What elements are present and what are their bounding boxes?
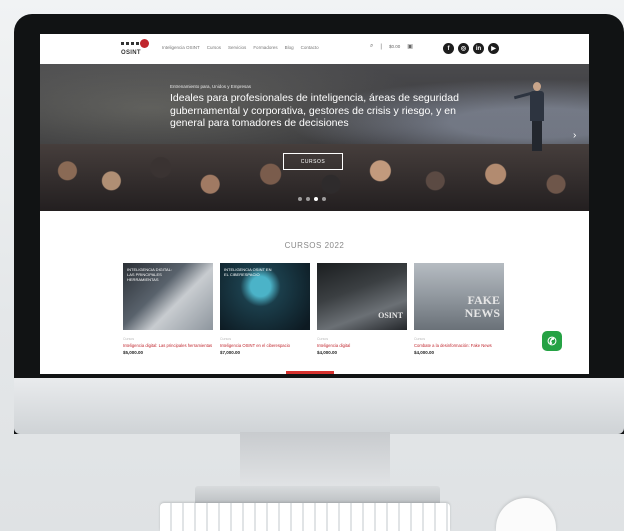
menu-item-osint[interactable]: Inteligencia OSINT: [162, 45, 200, 50]
logo-mark: [121, 42, 139, 45]
whatsapp-icon[interactable]: ✆: [542, 331, 562, 351]
cart-icon[interactable]: ▣: [407, 43, 413, 50]
menu-item-formadores[interactable]: Formadores: [253, 45, 277, 50]
slider-dot[interactable]: [314, 197, 318, 201]
scroll-indicator: [286, 371, 334, 374]
course-price: $4,000.00: [317, 350, 338, 355]
course-card[interactable]: INTELIGENCIA OSINT EN EL CIBERESPACIO Cu…: [220, 263, 310, 355]
course-name[interactable]: Inteligencia digital: [317, 343, 407, 348]
speaker-body: [530, 91, 544, 121]
course-thumbnail[interactable]: INTELIGENCIA OSINT EN EL CIBERESPACIO: [220, 263, 310, 330]
course-grid: INTELIGENCIA DIGITAL: LAS PRINCIPALES HE…: [123, 263, 504, 355]
menu-item-contacto[interactable]: Contacto: [301, 45, 319, 50]
monitor-chin: [14, 378, 624, 434]
site-logo[interactable]: OSINT: [120, 39, 154, 59]
course-card[interactable]: INTELIGENCIA DIGITAL: LAS PRINCIPALES HE…: [123, 263, 213, 355]
course-category: Cursos: [220, 337, 232, 341]
course-name[interactable]: Inteligencia OSINT en el ciberespacio: [220, 343, 310, 348]
search-icon[interactable]: ⌕: [370, 43, 373, 50]
thumbnail-word: FAKE NEWS: [464, 293, 500, 320]
thumbnail-word: OSINT: [378, 311, 403, 320]
social-links: f ◎ in ▶: [443, 43, 499, 54]
speaker-figure: [513, 82, 544, 152]
nav-tools: ⌕ | $0.00 ▣: [370, 43, 413, 50]
course-category: Cursos: [123, 337, 135, 341]
course-card[interactable]: OSINT Cursos Inteligencia digital $4,000…: [317, 263, 407, 355]
main-menu: Inteligencia OSINT Cursos Servicios Form…: [162, 45, 319, 50]
course-name[interactable]: Combate a la desinformación: Fake News: [414, 343, 504, 348]
course-category: Cursos: [317, 337, 329, 341]
hero-title: Ideales para profesionales de inteligenc…: [170, 92, 459, 129]
instagram-icon[interactable]: ◎: [458, 43, 469, 54]
course-price: $5,000.00: [123, 350, 144, 355]
hero-slider: Entrenamiento para, Unidos y Empresas Id…: [40, 64, 589, 211]
menu-item-cursos[interactable]: Cursos: [207, 45, 221, 50]
course-card[interactable]: FAKE NEWS Cursos Combate a la desinforma…: [414, 263, 504, 355]
hero-cta-button[interactable]: CURSOS: [283, 153, 343, 170]
website-screen: OSINT Inteligencia OSINT Cursos Servicio…: [40, 34, 589, 374]
hero-kicker: Entrenamiento para, Unidos y Empresas: [170, 84, 252, 89]
speaker-legs: [532, 121, 542, 151]
slider-dot[interactable]: [322, 197, 326, 201]
monitor-stand: [240, 432, 390, 492]
facebook-icon[interactable]: f: [443, 43, 454, 54]
course-price: $4,000.00: [414, 350, 435, 355]
linkedin-icon[interactable]: in: [473, 43, 484, 54]
menu-item-servicios[interactable]: Servicios: [228, 45, 246, 50]
logo-text: OSINT: [121, 50, 141, 56]
cart-total[interactable]: $0.00: [389, 44, 400, 49]
menu-item-blog[interactable]: Blog: [285, 45, 294, 50]
speaker-head: [533, 82, 541, 91]
course-thumbnail[interactable]: FAKE NEWS: [414, 263, 504, 330]
slider-dot[interactable]: [306, 197, 310, 201]
logo-dot: [140, 39, 149, 48]
slider-dots: [298, 197, 326, 201]
courses-heading: CURSOS 2022: [284, 241, 345, 250]
course-name[interactable]: Inteligencia digital: Las principales he…: [123, 343, 213, 348]
chevron-right-icon[interactable]: ›: [573, 130, 576, 141]
course-price: $7,000.00: [220, 350, 241, 355]
slider-dot[interactable]: [298, 197, 302, 201]
course-thumbnail[interactable]: INTELIGENCIA DIGITAL: LAS PRINCIPALES HE…: [123, 263, 213, 330]
course-thumbnail[interactable]: OSINT: [317, 263, 407, 330]
keyboard: [160, 503, 450, 531]
youtube-icon[interactable]: ▶: [488, 43, 499, 54]
divider-icon: |: [380, 43, 382, 50]
thumbnail-caption: INTELIGENCIA OSINT EN EL CIBERESPACIO: [224, 267, 272, 277]
course-category: Cursos: [414, 337, 426, 341]
thumbnail-caption: INTELIGENCIA DIGITAL: LAS PRINCIPALES HE…: [127, 267, 173, 282]
site-nav: OSINT Inteligencia OSINT Cursos Servicio…: [40, 34, 589, 64]
